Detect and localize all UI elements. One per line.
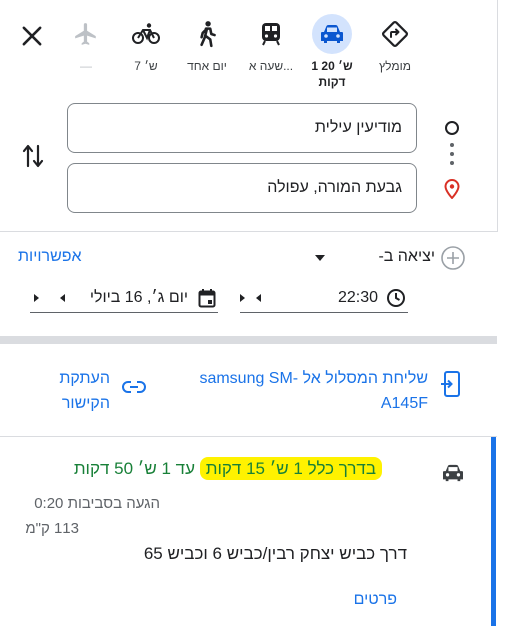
dots-icon: [450, 143, 454, 165]
directions-diamond-icon: [375, 14, 415, 54]
date-prev-button[interactable]: [60, 294, 65, 302]
max-duration: עד 1 ש׳ 50 דקות: [73, 459, 195, 478]
copy-link-button[interactable]: העתקת הקישור: [40, 366, 150, 416]
mode-flight[interactable]: —: [58, 14, 114, 74]
time-next-button[interactable]: [240, 294, 245, 302]
car-icon: [443, 464, 463, 482]
date-picker[interactable]: יום ג׳, 16 ביולי: [30, 285, 218, 313]
mode-label: —: [80, 59, 92, 73]
mode-label: 7 ש׳: [134, 59, 158, 73]
mode-label: 1 ש׳ 20: [311, 59, 353, 73]
depart-label: יציאה ב-: [378, 248, 435, 265]
close-button[interactable]: [18, 22, 46, 50]
send-to-phone-label: שליחת המסלול אל samsung SM-A145F: [199, 370, 428, 412]
mode-label-line2: דקות: [318, 75, 346, 89]
section-separator: [0, 336, 497, 344]
send-to-device-icon: [441, 371, 460, 397]
mode-best[interactable]: מומלץ: [367, 14, 423, 74]
link-icon: [122, 381, 146, 393]
time-picker[interactable]: 22:30: [240, 285, 408, 313]
destination-pin-icon: [444, 178, 460, 204]
time-value: 22:30: [337, 289, 378, 306]
typical-duration-highlight: בדרך כלל 1 ש׳ 15 דקות: [199, 457, 382, 480]
clock-icon: [387, 289, 405, 307]
copy-link-label: העתקת הקישור: [59, 370, 110, 412]
walking-icon: [187, 14, 227, 54]
bicycle-icon: [126, 14, 166, 54]
car-icon: [312, 14, 352, 54]
route-card[interactable]: בדרך כלל 1 ש׳ 15 דקות עד 1 ש׳ 50 דקות הג…: [0, 437, 497, 626]
mode-cycling[interactable]: 7 ש׳: [118, 14, 174, 74]
mode-walking[interactable]: יום אחד: [179, 14, 235, 74]
route-distance: 113 ק"מ: [25, 520, 79, 537]
origin-input[interactable]: מודיעין עילית: [67, 103, 417, 153]
depart-dropdown[interactable]: [315, 255, 325, 261]
mode-label: מומלץ: [379, 59, 411, 73]
add-stop-button[interactable]: [440, 245, 466, 271]
mode-transit[interactable]: שעה א...: [243, 14, 299, 74]
mode-label: שעה א...: [248, 59, 294, 73]
arrival-time: הגעה בסביבות 0:20: [34, 495, 160, 512]
train-icon: [251, 14, 291, 54]
send-to-phone-button[interactable]: שליחת המסלול אל samsung SM-A145F: [196, 366, 476, 416]
route-via: דרך כביש יצחק רבין/כביש 6 וכביש 65: [143, 544, 407, 563]
details-link[interactable]: פרטים: [354, 591, 397, 609]
route-time-line: בדרך כלל 1 ש׳ 15 דקות עד 1 ש׳ 50 דקות: [12, 457, 382, 480]
date-next-button[interactable]: [34, 294, 39, 302]
close-icon: [22, 26, 42, 46]
swap-vertical-icon: [22, 144, 44, 168]
panel-edge: [497, 0, 498, 232]
divider: [0, 231, 497, 232]
origin-circle-icon: [445, 121, 459, 135]
calendar-icon: [198, 289, 216, 308]
airplane-icon: [66, 14, 106, 54]
add-circle-icon: [441, 246, 465, 270]
options-link[interactable]: אפשרויות: [18, 248, 82, 266]
selected-route-bar: [491, 437, 496, 626]
date-value: יום ג׳, 16 ביולי: [89, 289, 188, 306]
time-prev-button[interactable]: [256, 294, 261, 302]
mode-driving[interactable]: 1 ש׳ 20 דקות: [304, 14, 360, 90]
swap-button[interactable]: [20, 142, 46, 170]
mode-label: יום אחד: [187, 59, 227, 73]
destination-input[interactable]: גבעת המורה, עפולה: [67, 163, 417, 213]
